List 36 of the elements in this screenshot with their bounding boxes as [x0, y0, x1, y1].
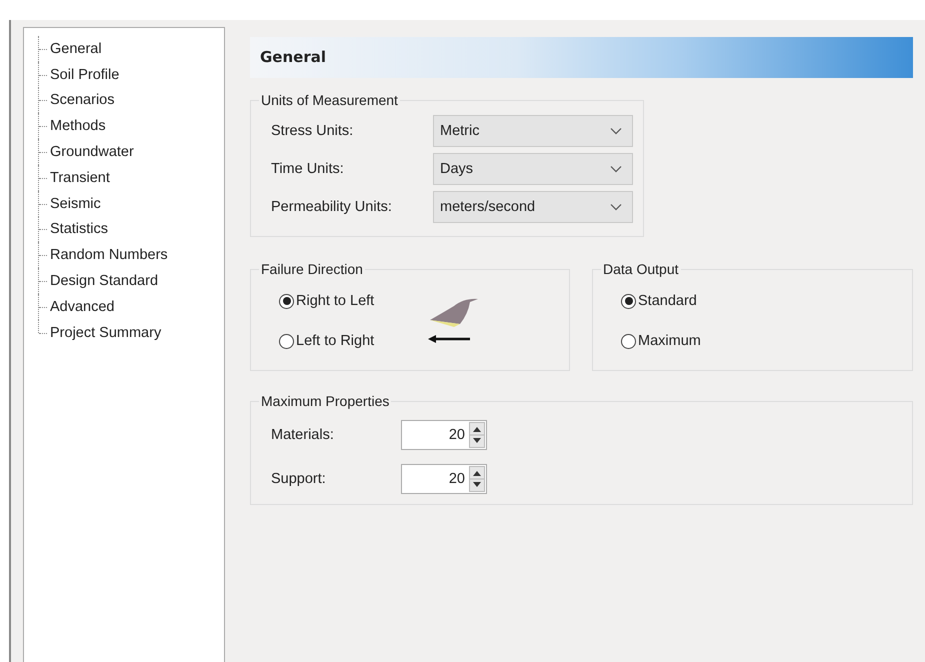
spinner-arrows-icon[interactable] [469, 422, 485, 448]
section-header: General [250, 37, 913, 78]
group-title: Data Output [602, 261, 680, 277]
field-label: Stress Units: [270, 123, 354, 139]
radio-option[interactable]: Maximum [621, 325, 902, 357]
dropdown[interactable]: Days [433, 153, 633, 185]
tree-item[interactable]: Scenarios [49, 92, 114, 108]
field-label: Support: [270, 471, 327, 487]
chevron-down-icon [610, 165, 622, 173]
tree-item[interactable]: Random Numbers [49, 247, 168, 264]
field-label: Materials: [270, 427, 335, 443]
tree-item[interactable]: Transient [49, 170, 110, 186]
radio-option[interactable]: Left to Right [279, 325, 374, 357]
field-label: Permeability Units: [270, 199, 393, 215]
chevron-down-icon [610, 203, 622, 211]
tree-item[interactable]: Seismic [49, 196, 101, 212]
spinner-arrows-icon[interactable] [469, 466, 485, 492]
tree-item[interactable]: Groundwater [49, 144, 134, 160]
group-title: Units of Measurement [260, 92, 399, 108]
chevron-down-icon [610, 127, 622, 135]
tree-item[interactable]: General [49, 40, 102, 57]
dropdown[interactable]: Metric [433, 115, 633, 147]
tree-item[interactable]: Advanced [49, 298, 114, 315]
tree-item[interactable]: Methods [49, 118, 106, 134]
tree-item[interactable]: Soil Profile [49, 66, 120, 83]
spin-box[interactable]: 20 [401, 464, 487, 494]
radio-option[interactable]: Standard [621, 285, 902, 317]
tree-item[interactable]: Project Summary [49, 324, 162, 341]
dropdown[interactable]: meters/second [433, 191, 633, 223]
group-title: Maximum Properties [260, 393, 390, 409]
radio-option[interactable]: Right to Left [279, 285, 374, 317]
spin-box[interactable]: 20 [401, 420, 487, 450]
field-label: Time Units: [270, 161, 345, 177]
group-title: Failure Direction [260, 261, 364, 277]
tree-item[interactable]: Design Standard [49, 273, 158, 290]
tree-item[interactable]: Statistics [49, 221, 108, 238]
